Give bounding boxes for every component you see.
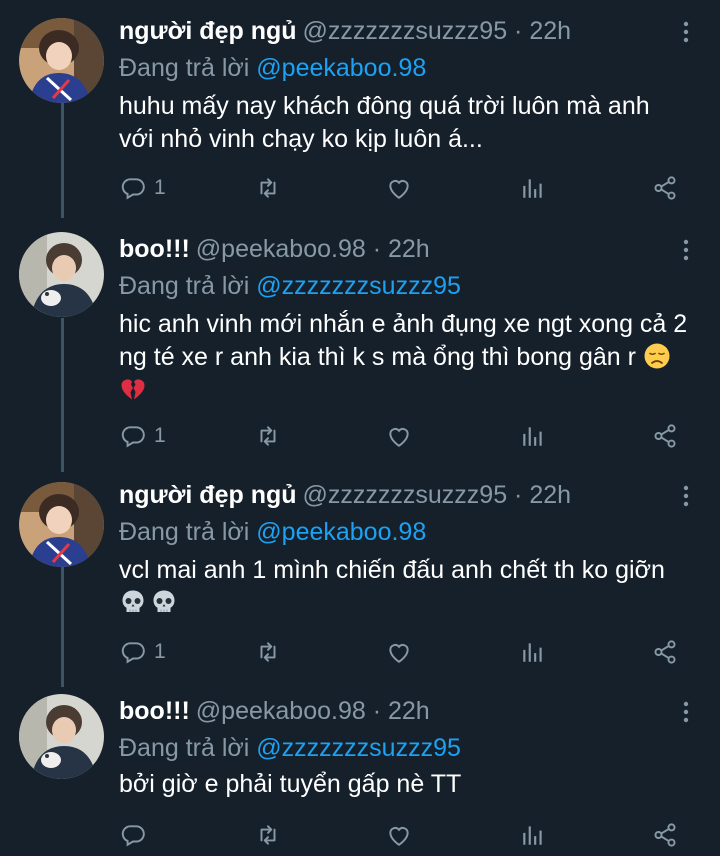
like-button[interactable] <box>386 172 412 204</box>
share-button[interactable] <box>652 172 678 204</box>
action-bar <box>0 819 720 851</box>
retweet-button[interactable] <box>255 819 281 851</box>
replying-to-label: Đang trả lời <box>119 518 257 546</box>
tweet-header: người đẹp ngủ @zzzzzzzsuzzz95 · 22h <box>119 476 571 514</box>
replying-to-label: Đang trả lời <box>119 734 257 762</box>
share-icon <box>654 176 676 200</box>
action-bar: 1 <box>0 420 720 452</box>
tweet-header: người đẹp ngủ @zzzzzzzsuzzz95 · 22h <box>119 12 571 50</box>
reply-icon <box>121 426 145 448</box>
like-icon <box>389 827 409 846</box>
analytics-button[interactable] <box>520 636 546 668</box>
replying-to: Đang trả lời @peekaboo.98 <box>119 52 426 84</box>
more-vertical-icon[interactable] <box>674 20 698 44</box>
reply-count: 1 <box>154 424 166 447</box>
analytics-button[interactable] <box>520 420 546 452</box>
retweet-button[interactable] <box>255 420 281 452</box>
analytics-button[interactable] <box>520 819 546 851</box>
display-name[interactable]: người đẹp ngủ <box>119 481 297 509</box>
display-name[interactable]: boo!!! <box>119 235 190 263</box>
girl-avatar-image <box>19 482 104 567</box>
reply-count: 1 <box>154 176 166 199</box>
replying-to-label: Đang trả lời <box>119 54 257 82</box>
like-button[interactable] <box>386 420 412 452</box>
action-bar: 1 <box>0 636 720 668</box>
replying-to-label: Đang trả lời <box>119 272 257 300</box>
share-button[interactable] <box>652 636 678 668</box>
like-button[interactable] <box>386 636 412 668</box>
analytics-icon <box>523 179 542 198</box>
user-handle[interactable]: @zzzzzzzsuzzz95 · 22h <box>303 481 572 509</box>
like-icon <box>389 644 409 663</box>
skull-emoji <box>153 590 175 612</box>
mention-link[interactable]: @zzzzzzzsuzzz95 <box>256 272 461 300</box>
share-icon <box>654 424 676 448</box>
analytics-icon <box>523 643 542 662</box>
boy-avatar-image <box>19 232 104 317</box>
disappointed-face-emoji <box>644 343 670 369</box>
tweet[interactable]: boo!!! @peekaboo.98 · 22h Đang trả lời @z… <box>0 230 720 460</box>
tweet-text: hic anh vinh mới nhắn e ảnh đụng xe ngt … <box>119 310 688 371</box>
share-button[interactable] <box>652 420 678 452</box>
user-handle[interactable]: @peekaboo.98 · 22h <box>196 235 430 263</box>
action-bar: 1 <box>0 172 720 204</box>
retweet-button[interactable] <box>255 172 281 204</box>
more-vertical-icon[interactable] <box>674 484 698 508</box>
share-icon <box>654 640 676 664</box>
tweet-header: boo!!! @peekaboo.98 · 22h <box>119 230 430 268</box>
avatar[interactable] <box>19 232 104 317</box>
retweet-button[interactable] <box>255 636 281 668</box>
reply-icon <box>121 825 145 847</box>
retweet-icon <box>260 642 276 662</box>
mention-link[interactable]: @zzzzzzzsuzzz95 <box>256 734 461 762</box>
retweet-icon <box>260 178 276 198</box>
mention-link[interactable]: @peekaboo.98 <box>256 518 426 546</box>
retweet-icon <box>260 426 276 446</box>
reply-button[interactable]: 1 <box>120 636 166 668</box>
skull-emoji <box>122 590 144 612</box>
tweet-text-block: vcl mai anh 1 mình chiến đấu anh chết th… <box>119 554 689 620</box>
tweet[interactable]: người đẹp ngủ @zzzzzzzsuzzz95 · 22h Đang … <box>0 12 720 212</box>
reply-button[interactable] <box>120 819 154 851</box>
reply-count: 1 <box>154 640 166 663</box>
replying-to: Đang trả lời @peekaboo.98 <box>119 516 426 548</box>
like-icon <box>389 428 409 447</box>
share-button[interactable] <box>652 819 678 851</box>
reply-icon <box>121 642 145 664</box>
user-handle[interactable]: @zzzzzzzsuzzz95 · 22h <box>303 17 572 45</box>
reply-button[interactable]: 1 <box>120 172 166 204</box>
girl-avatar-image <box>19 18 104 103</box>
broken-heart-emoji <box>121 379 145 400</box>
avatar[interactable] <box>19 18 104 103</box>
tweet-header: boo!!! @peekaboo.98 · 22h <box>119 692 430 730</box>
boy-avatar-image <box>19 694 104 779</box>
display-name[interactable]: người đẹp ngủ <box>119 17 297 45</box>
like-icon <box>389 180 409 199</box>
replying-to: Đang trả lời @zzzzzzzsuzzz95 <box>119 270 461 302</box>
more-vertical-icon[interactable] <box>674 700 698 724</box>
more-vertical-icon[interactable] <box>674 238 698 262</box>
tweet-text: bởi giờ e phải tuyển gấp nè TT <box>119 770 462 798</box>
retweet-icon <box>260 825 276 845</box>
tweet-text: huhu mấy nay khách đông quá trời luôn mà… <box>119 92 650 153</box>
share-icon <box>654 823 676 847</box>
avatar[interactable] <box>19 694 104 779</box>
reply-button[interactable]: 1 <box>120 420 166 452</box>
reply-icon <box>121 178 145 200</box>
tweet[interactable]: boo!!! @peekaboo.98 · 22h Đang trả lời @z… <box>0 692 720 856</box>
display-name[interactable]: boo!!! <box>119 697 190 725</box>
like-button[interactable] <box>386 819 412 851</box>
replying-to: Đang trả lời @zzzzzzzsuzzz95 <box>119 732 461 764</box>
mention-link[interactable]: @peekaboo.98 <box>256 54 426 82</box>
user-handle[interactable]: @peekaboo.98 · 22h <box>196 697 430 725</box>
avatar[interactable] <box>19 482 104 567</box>
tweet-text-block: hic anh vinh mới nhắn e ảnh đụng xe ngt … <box>119 308 689 407</box>
tweet[interactable]: người đẹp ngủ @zzzzzzzsuzzz95 · 22h Đang … <box>0 476 720 676</box>
tweet-text: vcl mai anh 1 mình chiến đấu anh chết th… <box>119 556 665 584</box>
analytics-button[interactable] <box>520 172 546 204</box>
analytics-icon <box>523 427 542 446</box>
analytics-icon <box>523 826 542 845</box>
